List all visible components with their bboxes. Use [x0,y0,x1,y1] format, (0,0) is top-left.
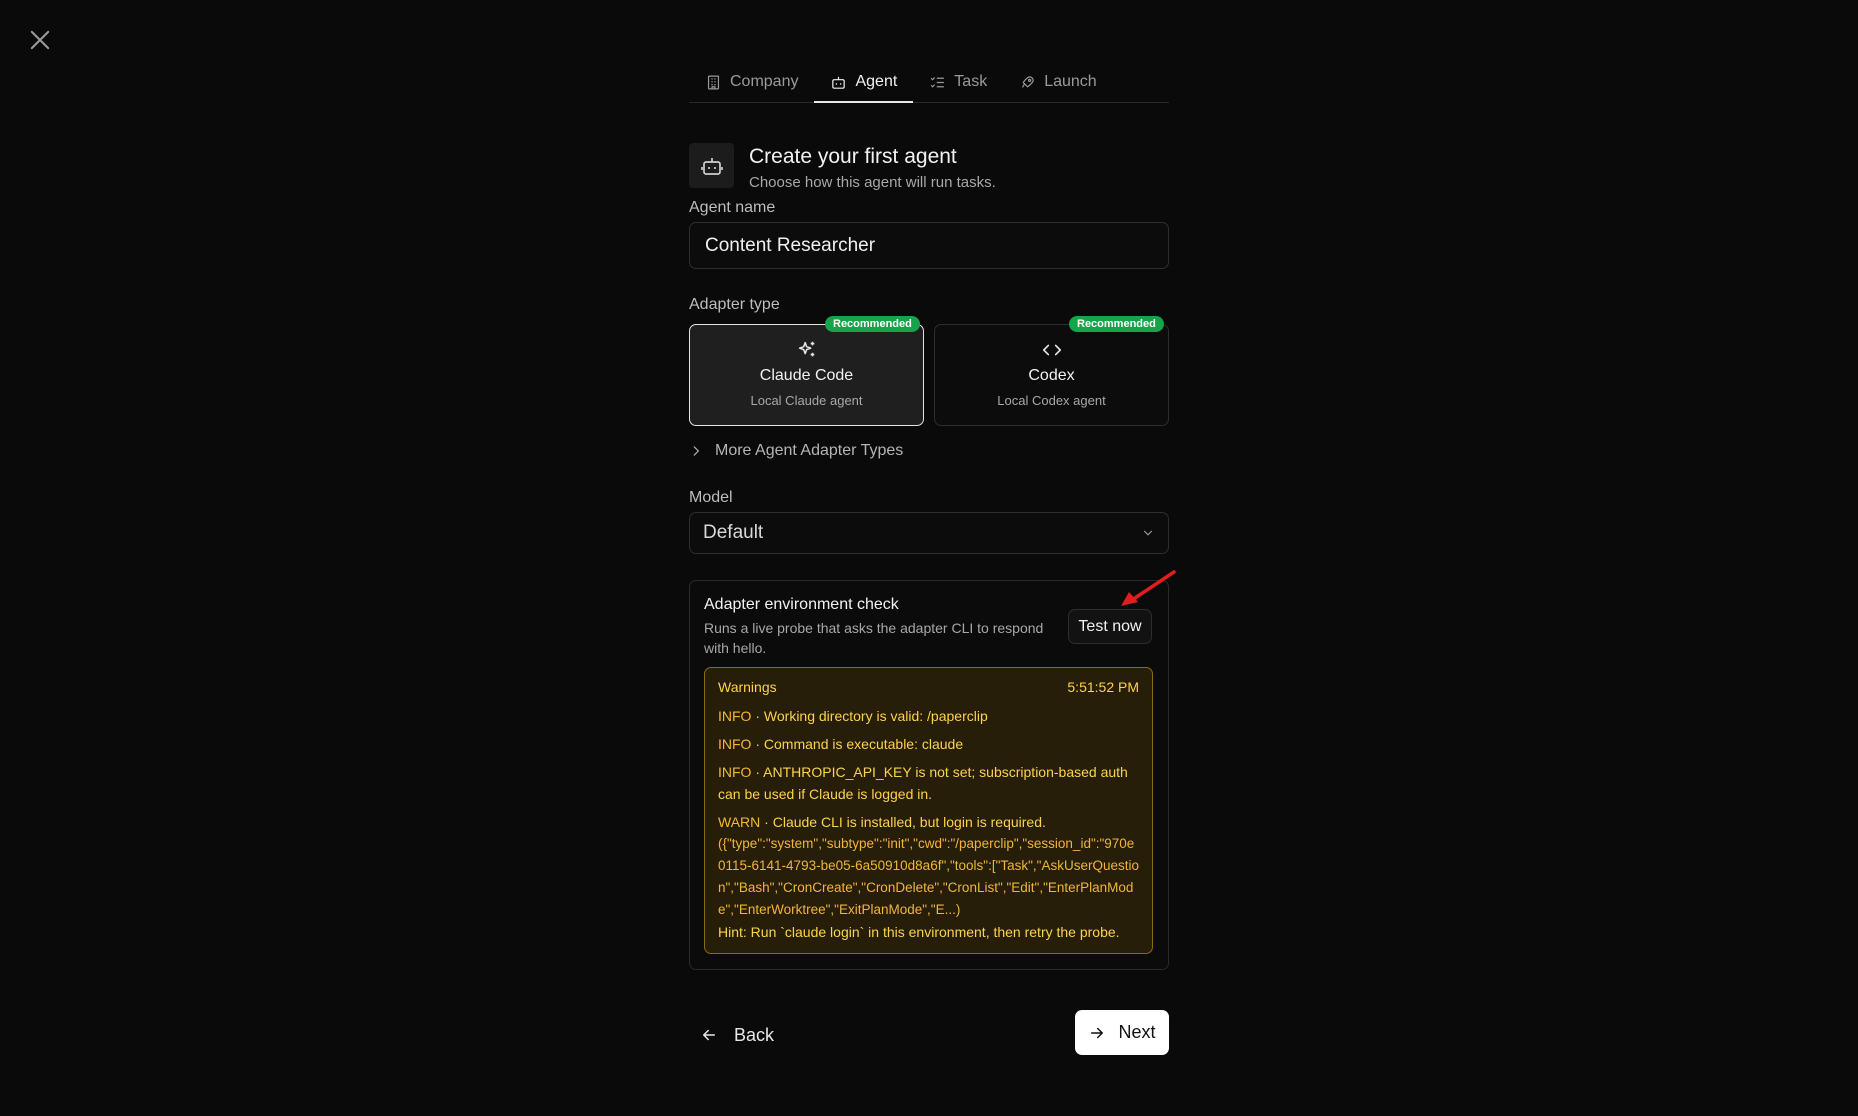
log-level: INFO [718,708,752,724]
more-adapter-types-toggle[interactable]: More Agent Adapter Types [689,442,903,460]
log-level: INFO [718,736,752,752]
tab-task[interactable]: Task [913,62,1003,102]
annotation-arrow-icon [1121,570,1176,606]
header-bot-icon-box [689,143,734,188]
tab-label: Company [730,73,799,90]
environment-check-description: Runs a live probe that asks the adapter … [704,620,1044,656]
close-icon [30,30,50,50]
more-adapter-types-label: More Agent Adapter Types [715,442,904,459]
warnings-panel: Warnings 5:51:52 PM INFO · Working direc… [704,667,1153,954]
page-subtitle: Choose how this agent will run tasks. [749,174,996,191]
adapter-option-subtitle: Local Claude agent [750,393,863,408]
log-entry: WARN · Claude CLI is installed, but logi… [718,814,1046,830]
log-message: Working directory is valid: /paperclip [763,708,988,724]
log-message: ANTHROPIC_API_KEY is not set; subscripti… [718,764,1128,802]
tab-company[interactable]: Company [689,62,814,102]
sparkles-icon [798,341,814,357]
adapter-option-codex[interactable]: Codex Local Codex agent [934,324,1169,426]
log-entry: INFO · ANTHROPIC_API_KEY is not set; sub… [718,764,1128,802]
log-entry: INFO · Command is executable: claude [718,736,964,752]
page-title: Create your first agent [749,145,957,168]
recommended-badge: Recommended [1069,316,1164,332]
arrow-right-icon [1091,1027,1104,1038]
chevron-right-icon [693,446,700,456]
close-button[interactable] [26,26,54,54]
model-label: Model [689,489,733,506]
log-message: Command is executable: claude [763,736,964,752]
log-message: Claude CLI is installed, but login is re… [772,814,1046,830]
log-entry: INFO · Working directory is valid: /pape… [718,708,988,724]
recommended-badge: Recommended [825,316,920,332]
log-level: INFO [718,764,752,780]
adapter-option-title: Codex [1028,367,1075,384]
chevron-down-icon [1143,530,1153,536]
warnings-heading: Warnings [718,679,777,695]
adapter-option-claude-code[interactable]: Claude Code Local Claude agent [689,324,924,426]
model-select[interactable]: Default [689,512,1169,554]
bot-icon [700,157,723,175]
log-hint: Hint: Run `claude login` in this environ… [718,924,1120,940]
environment-check-title: Adapter environment check [704,596,899,613]
adapter-type-label: Adapter type [689,296,780,313]
bot-icon [832,76,846,89]
wizard-tabs: Company Agent Task Launch [689,62,1169,103]
building-icon [707,75,720,89]
log-detail: ({"type":"system","subtype":"init","cwd"… [718,836,1140,917]
tab-label: Task [954,73,988,90]
warnings-timestamp: 5:51:52 PM [1067,679,1139,695]
back-label: Back [734,1024,775,1045]
tab-agent[interactable]: Agent [814,62,914,103]
arrow-left-icon [703,1029,715,1041]
tab-label: Launch [1044,73,1097,90]
tab-launch[interactable]: Launch [1003,62,1113,102]
next-button[interactable]: Next [1075,1010,1169,1055]
adapter-option-subtitle: Local Codex agent [997,393,1106,408]
agent-name-input[interactable] [689,222,1169,269]
model-select-value: Default [703,522,764,543]
log-level: WARN [718,814,761,830]
rocket-icon [1022,75,1034,88]
tab-label: Agent [855,73,898,90]
list-checks-icon [930,76,945,88]
test-now-button[interactable]: Test now [1068,609,1152,644]
next-label: Next [1118,1022,1156,1042]
back-button[interactable]: Back [700,1020,774,1050]
agent-name-label: Agent name [689,199,776,216]
adapter-option-title: Claude Code [759,367,854,384]
code-icon [1042,344,1061,356]
